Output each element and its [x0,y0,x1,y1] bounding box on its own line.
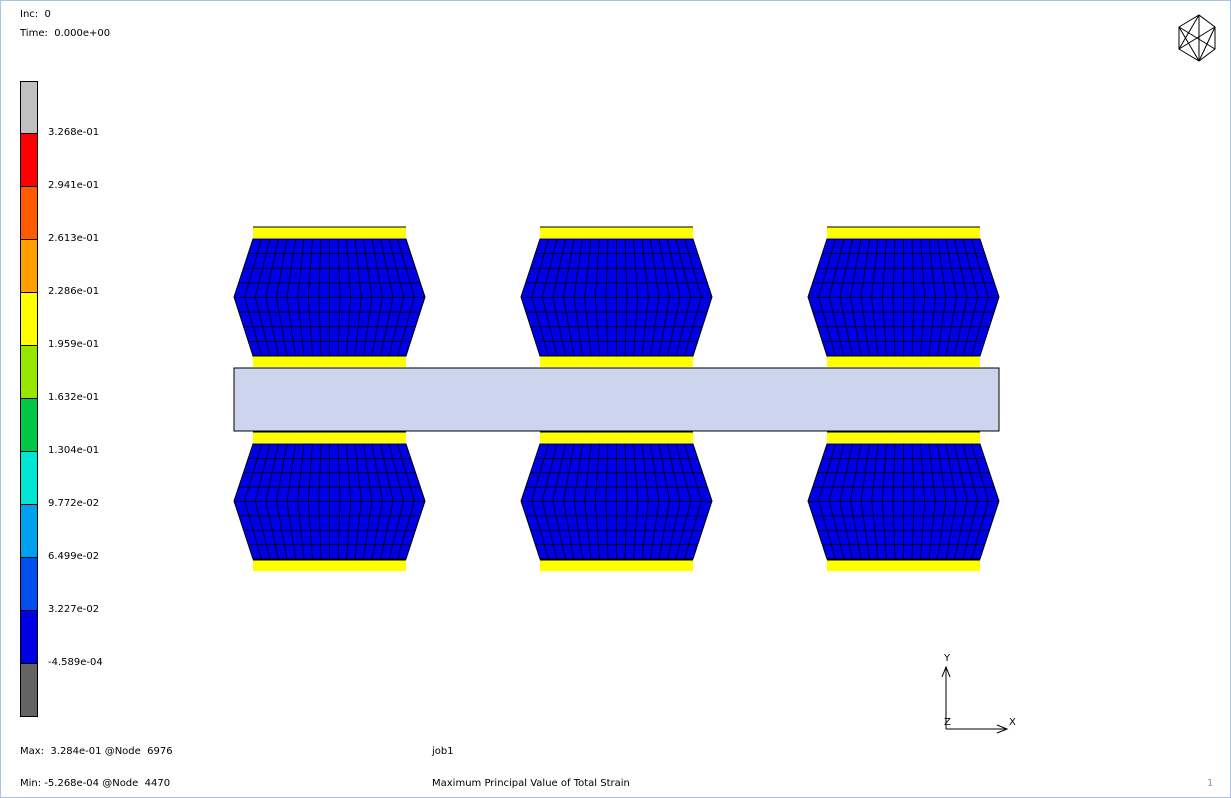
page-number: 1 [1207,778,1214,789]
axis-z-label: Z [944,717,951,728]
lower-pad-bottom [827,560,980,571]
axis-x-label: X [1009,717,1016,728]
result-title: Maximum Principal Value of Total Strain [432,778,630,789]
upper-pad-bottom [253,356,406,367]
upper-pad-bottom [540,356,693,367]
center-plate [233,367,1000,432]
lower-pad-top [827,432,980,443]
lower-pad-top [540,432,693,443]
min-readout: Min: -5.268e-04 @Node 4470 [20,778,171,789]
upper-pad-top [253,227,406,238]
model-viewport[interactable]: Inc: 0 Time: 0.000e+00 3.268e-01 2.941e-0… [0,0,1231,798]
fe-model-scene [233,226,1000,571]
lower-pad-bottom [253,560,406,571]
upper-pad-bottom [827,356,980,367]
upper-pad-top [827,227,980,238]
upper-pad-top [540,227,693,238]
max-value: 3.284e-01 @Node 6976 [50,746,173,757]
axis-y-label: Y [944,653,951,664]
job-name: job1 [432,746,454,757]
max-readout: Max: 3.284e-01 @Node 6976 [20,746,173,757]
lower-pad-top [253,432,406,443]
min-value: -5.268e-04 @Node 4470 [44,778,171,789]
lower-pad-bottom [540,560,693,571]
